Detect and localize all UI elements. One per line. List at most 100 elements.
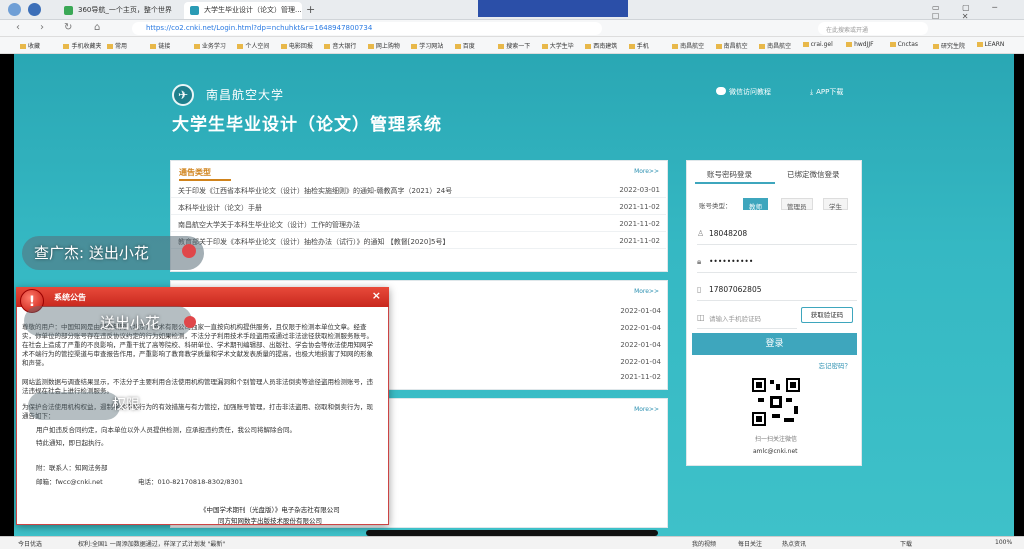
status-news-ticker[interactable]: 权利:全国1 一周添加数据通过，样深了式计划发 "最新" — [78, 539, 225, 548]
bookmark-item[interactable]: 西南建筑 — [585, 41, 617, 50]
bookmark-item[interactable]: Cnctas — [890, 41, 918, 48]
secondary-date: 2022-01-04 — [620, 307, 661, 315]
bookmark-item[interactable]: 手机 — [629, 41, 649, 50]
secondary-date: 2021-11-02 — [620, 373, 661, 381]
browser-tab-bar: 360导航_一个主页，整个世界 大学生毕业设计（论文）管理... + ▭ ▢ ─… — [0, 0, 1024, 21]
notice-row[interactable]: 南昌航空大学关于本科生毕业论文（设计）工作的管理办法 2021-11-02 — [171, 217, 666, 232]
wechat-guide-label: 微信访问教程 — [729, 88, 771, 96]
bookmark-item[interactable]: hwdJJF — [846, 41, 874, 48]
secondary-date: 2022-01-04 — [620, 358, 661, 366]
password-field[interactable]: 🔒︎ •••••••••• — [697, 251, 857, 273]
username-field[interactable]: ♙ 18048208 — [697, 223, 857, 245]
role-label: 账号类型： — [699, 202, 732, 210]
bookmark-item[interactable]: LEARN — [977, 41, 1005, 48]
support-email: amlc@cnki.net — [753, 448, 798, 455]
tertiary-more-link[interactable]: More>> — [634, 406, 659, 413]
bookmark-item[interactable]: 收藏 — [20, 41, 40, 50]
password-value: •••••••••• — [709, 257, 754, 266]
search-placeholder: 在此搜索或开通 — [826, 27, 869, 34]
bookmark-item[interactable]: 链接 — [150, 41, 170, 50]
bookmark-item[interactable]: crai.gel — [803, 41, 833, 48]
today-picks-link[interactable]: 今日优选 — [18, 539, 42, 548]
dialog-paragraph-5: 特此通知，即日起执行。 — [36, 439, 108, 447]
dialog-title-bar: 系统公告 × — [16, 287, 389, 307]
wechat-qr-code — [750, 376, 802, 428]
notice-panel: 通告类型 More>> 关于印发《江西省本科毕业论文（设计）抽检实施细则》的通知… — [170, 160, 668, 272]
notice-row[interactable]: 本科毕业设计（论文）手册 2021-11-02 — [171, 200, 666, 215]
browser-status-bar: 今日优选 权利:全国1 一周添加数据通过，样深了式计划发 "最新" 我的视频 每… — [0, 536, 1024, 549]
dialog-email: 邮箱：fwcc@cnki.net — [36, 478, 103, 486]
tab-label: 大学生毕业设计（论文）管理... — [204, 6, 302, 14]
role-student-button[interactable]: 学生 — [823, 198, 848, 211]
url-input[interactable]: https://co2.cnki.net/Login.html?dp=nchuh… — [132, 22, 602, 35]
status-zoom-level[interactable]: 100% — [995, 539, 1012, 546]
status-hot-news[interactable]: 热点资讯 — [782, 539, 806, 548]
bookmark-item[interactable]: 南昌航空 — [716, 41, 748, 50]
new-tab-button[interactable]: + — [306, 3, 315, 16]
gift-message-1: 查广杰: 送出小花 — [34, 244, 149, 262]
window-controls[interactable]: ▭ ▢ ─ ☐ ✕ — [932, 3, 1024, 21]
bookmark-item[interactable]: 电影回报 — [281, 41, 313, 50]
notice-date: 2021-11-02 — [619, 203, 660, 211]
back-icon[interactable]: ‹ — [16, 22, 20, 33]
status-my-videos[interactable]: 我的视频 — [692, 539, 716, 548]
bookmark-item[interactable]: 搜索一下 — [498, 41, 530, 50]
notice-title: 南昌航空大学关于本科生毕业论文（设计）工作的管理办法 — [178, 221, 360, 229]
bookmark-item[interactable]: 网上购物 — [368, 41, 400, 50]
get-code-button[interactable]: 获取验证码 — [801, 307, 853, 323]
secondary-more-link[interactable]: More>> — [634, 288, 659, 295]
app-download-link[interactable]: ⤓ APP下载 — [810, 87, 843, 97]
tab-wechat-login[interactable]: 已绑定微信登录 — [787, 169, 840, 180]
home-icon[interactable]: ⌂ — [94, 22, 100, 33]
tab-label: 360导航_一个主页，整个世界 — [78, 6, 172, 14]
system-title: 大学生毕业设计（论文）管理系统 — [172, 115, 442, 135]
notice-more-link[interactable]: More>> — [634, 168, 659, 175]
dialog-phone: 电话：010-82170818-8302/8301 — [138, 478, 243, 486]
notice-row[interactable]: 关于印发《江西省本科毕业论文（设计）抽检实施细则》的通知-赣教高字（2021）2… — [171, 183, 666, 198]
university-name: 南昌航空大学 — [206, 88, 285, 102]
browser-avatar-icon[interactable] — [8, 3, 21, 16]
phone-value: 17807062805 — [709, 285, 762, 294]
bookmark-item[interactable]: 手机收藏夹 — [63, 41, 101, 50]
notice-row[interactable]: 教育部关于印发《本科毕业论文（设计）抽检办法（试行）》的通知 【教督[2020]… — [171, 234, 666, 249]
login-button[interactable]: 登录 — [692, 333, 857, 355]
status-downloads[interactable]: 下载 — [900, 539, 912, 548]
download-icon: ⤓ — [810, 88, 814, 96]
recording-region — [478, 0, 628, 17]
tab-graduation-system[interactable]: 大学生毕业设计（论文）管理... — [184, 2, 302, 19]
status-daily-follow[interactable]: 每日关注 — [738, 539, 762, 548]
forward-icon[interactable]: › — [40, 22, 44, 33]
overlay-permission-text: 权限 — [112, 397, 140, 413]
wechat-guide-link[interactable]: 微信访问教程 — [716, 87, 771, 97]
bookmark-item[interactable]: 学习网站 — [411, 41, 443, 50]
secondary-date: 2022-01-04 — [620, 341, 661, 349]
bookmark-item[interactable]: 南昌航空 — [759, 41, 791, 50]
dialog-close-button[interactable]: × — [372, 289, 381, 302]
bookmark-item[interactable]: 百度 — [455, 41, 475, 50]
bookmark-item[interactable]: 大学生毕 — [542, 41, 574, 50]
url-text: https://co2.cnki.net/Login.html?dp=nchuh… — [146, 24, 373, 32]
forgot-password-link[interactable]: 忘记密码？ — [819, 360, 852, 370]
user-icon: ♙ — [697, 229, 705, 238]
dialog-contact: 附：联系人：知网法务部 — [36, 464, 108, 472]
bookmark-item[interactable]: 个人空间 — [237, 41, 269, 50]
role-teacher-button[interactable]: 教师 — [743, 198, 768, 211]
bookmark-item[interactable]: 音大银行 — [324, 41, 356, 50]
role-admin-button[interactable]: 管理员 — [781, 198, 813, 211]
browser-menu-icon[interactable] — [28, 3, 41, 16]
sms-code-field[interactable]: ◫ 请输入手机验证码 — [697, 307, 797, 329]
tab-360-nav[interactable]: 360导航_一个主页，整个世界 — [58, 2, 182, 19]
dialog-paragraph-4: 用户如违反合同约定，向本单位以外人员提供检测，应承担违约责任，我公司将解除合同。 — [36, 426, 296, 434]
flower-icon — [184, 316, 196, 328]
bookmark-item[interactable]: 业务学习 — [194, 41, 226, 50]
bookmark-item[interactable]: 研究生院 — [933, 41, 965, 50]
tab-password-login[interactable]: 账号密码登录 — [707, 169, 752, 180]
tab-favicon-icon — [64, 6, 73, 15]
reload-icon[interactable]: ↻ — [64, 22, 72, 33]
search-box[interactable]: 在此搜索或开通 — [818, 22, 928, 35]
dialog-signature-2: 同方知网数字出版技术股份有限公司 — [218, 517, 322, 525]
phone-field[interactable]: ▯ 17807062805 — [697, 279, 857, 301]
tab-favicon-icon — [190, 6, 199, 15]
bookmark-item[interactable]: 南昌航空 — [672, 41, 704, 50]
bookmark-item[interactable]: 常用 — [107, 41, 127, 50]
